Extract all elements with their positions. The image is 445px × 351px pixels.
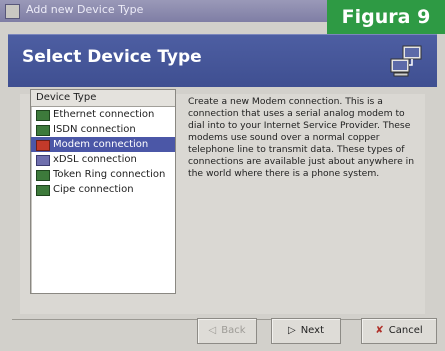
list-item-label: xDSL connection xyxy=(53,154,137,165)
next-button-label: Next xyxy=(300,325,324,336)
network-card-icon xyxy=(36,110,50,121)
back-button[interactable]: ◁ Back xyxy=(197,318,257,344)
back-button-label: Back xyxy=(221,325,246,336)
list-item-xdsl[interactable]: xDSL connection xyxy=(31,152,175,167)
list-item-label: Modem connection xyxy=(53,139,149,150)
window-menu-icon[interactable] xyxy=(5,4,20,19)
next-button[interactable]: ▷ Next xyxy=(271,318,341,344)
wizard-header: Select Device Type xyxy=(8,34,437,87)
figure-label-badge: Figura 9 xyxy=(327,0,445,34)
network-computers-icon xyxy=(390,45,422,77)
cancel-button-label: Cancel xyxy=(388,325,423,336)
list-item-label: Cipe connection xyxy=(53,184,134,195)
device-description: Create a new Modem connection. This is a… xyxy=(188,96,415,179)
device-type-list[interactable]: Device Type Ethernet connection ISDN con… xyxy=(30,89,176,294)
device-type-column-header[interactable]: Device Type xyxy=(31,90,175,107)
window-title: Add new Device Type xyxy=(26,3,144,16)
xdsl-icon xyxy=(36,155,50,166)
network-card-icon xyxy=(36,170,50,181)
back-arrow-icon: ◁ xyxy=(208,325,217,336)
list-item-label: Ethernet connection xyxy=(53,109,155,120)
list-item-label: Token Ring connection xyxy=(53,169,166,180)
list-item-token-ring[interactable]: Token Ring connection xyxy=(31,167,175,182)
network-card-icon xyxy=(36,185,50,196)
cancel-button[interactable]: ✘ Cancel xyxy=(361,318,437,344)
modem-icon xyxy=(36,140,50,151)
list-item-ethernet[interactable]: Ethernet connection xyxy=(31,107,175,122)
close-icon: ✘ xyxy=(375,325,384,336)
list-item-modem[interactable]: Modem connection xyxy=(31,137,175,152)
list-item-cipe[interactable]: Cipe connection xyxy=(31,182,175,197)
list-item-isdn[interactable]: ISDN connection xyxy=(31,122,175,137)
next-arrow-icon: ▷ xyxy=(288,325,296,336)
page-title: Select Device Type xyxy=(22,47,202,67)
list-item-label: ISDN connection xyxy=(53,124,136,135)
network-card-icon xyxy=(36,125,50,136)
